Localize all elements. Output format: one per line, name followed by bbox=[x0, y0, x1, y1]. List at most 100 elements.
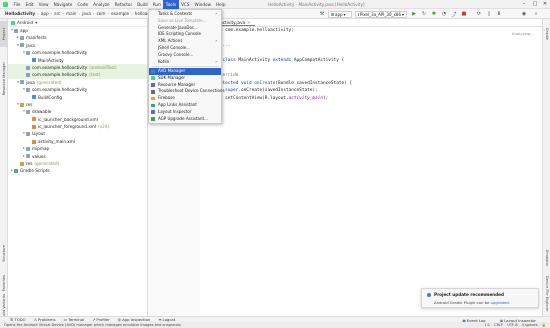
submenu-arrow-icon: › bbox=[215, 38, 217, 44]
search-icon[interactable]: ⌕ bbox=[532, 10, 540, 18]
minimize-icon[interactable]: – bbox=[519, 0, 529, 9]
hammer-icon[interactable]: ⚒ bbox=[318, 10, 326, 18]
tree-item[interactable]: ▾ drawable bbox=[8, 108, 147, 115]
menu-view[interactable]: View bbox=[36, 0, 51, 9]
tool-tab-structure[interactable]: Structure bbox=[0, 239, 8, 267]
android-studio-logo-icon bbox=[3, 1, 8, 7]
tool-tab-project[interactable]: Project bbox=[0, 21, 8, 47]
tree-item[interactable]: com.example.helloactivity (androidTest) bbox=[8, 63, 147, 72]
debug-icon[interactable]: ✱ bbox=[430, 10, 438, 18]
device-manager-icon[interactable]: ▯ bbox=[485, 10, 493, 18]
close-tab-icon[interactable]: ✕ bbox=[247, 20, 251, 25]
menu-refactor[interactable]: Refactor bbox=[112, 0, 135, 9]
project-view-selector[interactable]: Android ▾ bbox=[8, 19, 147, 27]
menu-item-groovy-console[interactable]: Groovy Console... bbox=[149, 52, 221, 59]
sync-gradle-icon[interactable]: ⟳ bbox=[475, 10, 483, 18]
attach-debugger-icon[interactable]: ⤴ bbox=[450, 10, 458, 18]
tree-item-label: ic_launcher_foreground.xml bbox=[38, 124, 97, 130]
breadcrumb-item[interactable]: com bbox=[94, 11, 107, 16]
account-icon[interactable]: ◉ bbox=[520, 10, 528, 18]
menu-edit[interactable]: Edit bbox=[23, 0, 36, 9]
tree-item[interactable]: ▾ java bbox=[8, 42, 147, 49]
tree-item[interactable]: ▾ com.example.helloactivity bbox=[8, 86, 147, 93]
menu-item-app-links-assistant[interactable]: App Links Assistant bbox=[149, 102, 221, 109]
menu-item-ide-scripting-console[interactable]: IDE Scripting Console bbox=[149, 31, 221, 38]
menu-item-xml-actions[interactable]: XML Actions › bbox=[149, 38, 221, 45]
code-area[interactable]: package com.example.helloactivity; import… bbox=[201, 27, 542, 316]
lock-icon[interactable]: 🔓 bbox=[542, 323, 546, 327]
menu-code[interactable]: Code bbox=[75, 0, 91, 9]
menu-item-troubleshoot-device-connections[interactable]: Troubleshoot Device Connections bbox=[149, 88, 225, 95]
menu-window[interactable]: Window bbox=[192, 0, 214, 9]
tree-item[interactable]: activity_main.xml bbox=[8, 138, 147, 145]
stop-icon[interactable]: ■ bbox=[460, 10, 468, 18]
breadcrumb-item[interactable]: java bbox=[80, 11, 93, 16]
menu-item-agp-upgrade-assistant[interactable]: AGP Upgrade Assistant... bbox=[149, 116, 221, 123]
tree-item[interactable]: ▸ mipmap bbox=[8, 145, 147, 152]
tool-tab-gradle[interactable]: Gradle bbox=[543, 23, 550, 45]
tree-item[interactable]: BuildConfig bbox=[8, 94, 147, 101]
menu-analyze[interactable]: Analyze bbox=[91, 0, 113, 9]
maximize-icon[interactable]: □ bbox=[530, 0, 540, 9]
file-encoding[interactable]: UTF-8 bbox=[507, 323, 517, 327]
tool-tab-resource-manager[interactable]: Resource Manager bbox=[0, 51, 8, 107]
tool-tab-device-file-explorer[interactable]: Device File Explorer bbox=[543, 273, 550, 315]
menu-item-avd-manager[interactable]: AVD Manager bbox=[149, 67, 221, 75]
run-icon[interactable]: ▶ bbox=[410, 10, 418, 18]
menu-item-label: Save as Live Template... bbox=[158, 17, 207, 23]
apply-changes-icon[interactable]: ↻ bbox=[420, 10, 428, 18]
run-config-select[interactable]: app ▾ bbox=[328, 10, 352, 18]
tree-item[interactable]: ▸ values bbox=[8, 153, 147, 160]
tree-item-label: Gradle Scripts bbox=[20, 168, 50, 174]
menu-item-resource-manager[interactable]: Resource Manager bbox=[149, 82, 221, 89]
tree-item[interactable]: ▸ manifests bbox=[8, 34, 147, 41]
menu-item-layout-inspector[interactable]: Layout Inspector bbox=[149, 109, 221, 116]
cursor-position[interactable]: 1:1 bbox=[484, 323, 490, 327]
indent-setting[interactable]: 4 spaces bbox=[522, 323, 538, 327]
tree-item[interactable]: res (generated) bbox=[8, 160, 147, 167]
menu-item-generate-javadoc[interactable]: Generate JavaDoc... bbox=[149, 25, 221, 32]
breadcrumb-item[interactable]: HelloActivity bbox=[3, 11, 37, 16]
profile-icon[interactable]: ◔ bbox=[440, 10, 448, 18]
menu-item-kotlin[interactable]: Kotlin › bbox=[149, 59, 221, 66]
menu-tools[interactable]: Tools bbox=[163, 0, 179, 9]
menu-vcs[interactable]: VCS bbox=[179, 0, 192, 9]
menu-navigate[interactable]: Navigate bbox=[51, 0, 75, 9]
menu-build[interactable]: Build bbox=[135, 0, 151, 9]
tree-item[interactable]: ▾ layout bbox=[8, 130, 147, 137]
agp-upgrade-assistant-icon bbox=[151, 117, 155, 121]
code-token: MainActivity bbox=[238, 58, 273, 63]
menu-help[interactable]: Help bbox=[214, 0, 229, 9]
menu-item-firebase[interactable]: Firebase bbox=[149, 95, 221, 102]
tree-item[interactable]: MainActivity bbox=[8, 57, 147, 64]
menu-item-sdk-manager[interactable]: SDK Manager bbox=[149, 75, 221, 82]
breadcrumb-item[interactable]: src bbox=[52, 11, 62, 16]
breadcrumb-item[interactable]: example bbox=[109, 11, 131, 16]
upgrade-link[interactable]: upgraded. bbox=[491, 300, 510, 305]
tree-item[interactable]: ▸ Gradle Scripts bbox=[8, 167, 147, 174]
tree-item[interactable]: ic_launcher_foreground.xml (v24) bbox=[8, 123, 147, 130]
tree-item[interactable]: ▾ com.example.helloactivity bbox=[8, 49, 147, 56]
menu-file[interactable]: File bbox=[11, 0, 23, 9]
tool-tab-emulator[interactable]: Emulator bbox=[543, 247, 550, 269]
line-separator[interactable]: CRLF bbox=[494, 323, 503, 327]
tree-item-label: drawable bbox=[32, 109, 52, 115]
tree-item[interactable]: ▾ res bbox=[8, 101, 147, 108]
menu-item-tasks-contexts[interactable]: Tasks & Contexts › bbox=[149, 11, 221, 18]
gradle-icon bbox=[14, 169, 18, 174]
close-icon[interactable]: ✕ bbox=[540, 0, 550, 9]
sdk-manager-icon[interactable]: ⬇ bbox=[495, 10, 503, 18]
tree-item[interactable]: com.example.helloactivity (test) bbox=[8, 71, 147, 79]
tree-item[interactable]: ▾ app bbox=[8, 27, 147, 34]
tree-item-label: res bbox=[26, 101, 33, 107]
menu-item-jshell-console[interactable]: JShell Console... bbox=[149, 45, 221, 52]
tree-item[interactable]: ▾ java (generated) bbox=[8, 79, 147, 86]
tool-tab-build-variants[interactable]: Build Variants bbox=[0, 294, 8, 319]
tool-tab-favorites[interactable]: Favorites bbox=[0, 271, 8, 295]
menu-run[interactable]: Run bbox=[150, 0, 163, 9]
res-icon bbox=[20, 161, 24, 166]
breadcrumb-item[interactable]: app bbox=[39, 11, 51, 16]
tree-item[interactable]: ic_launcher_background.xml bbox=[8, 116, 147, 123]
device-select[interactable]: Pixel_3a_API_30_x86 ▾ bbox=[355, 10, 407, 18]
breadcrumb-item[interactable]: main bbox=[64, 11, 78, 16]
